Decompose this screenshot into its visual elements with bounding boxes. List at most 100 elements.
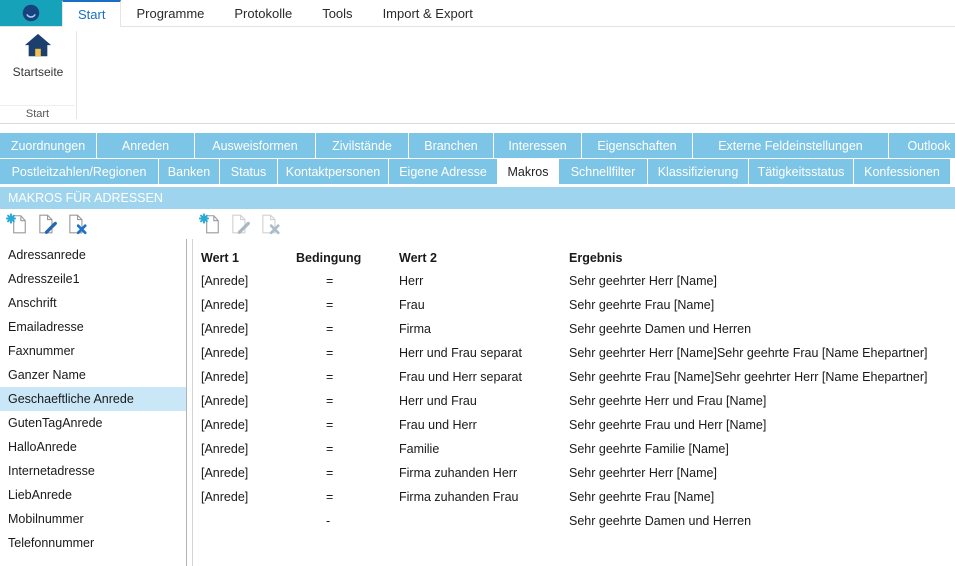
menu-bar: Start Programme Protokolle Tools Import … [0,0,955,27]
list-item-geschaeftliche-anrede[interactable]: Geschaeftliche Anrede [0,387,186,411]
delete-document-icon [66,213,88,235]
cell-wert2[interactable]: Frau und Herr separat [399,365,569,389]
cell-ergebnis[interactable]: Sehr geehrte Frau und Herr [Name] [569,413,955,437]
tab-externe-feldeinstellungen[interactable]: Externe Feldeinstellungen [693,133,888,158]
tab-ausweisformen[interactable]: Ausweisformen [195,133,315,158]
tab-eigene-adresse[interactable]: Eigene Adresse [389,159,497,184]
cell-bedingung[interactable]: = [296,341,399,365]
cell-bedingung[interactable]: = [296,437,399,461]
tab-klassifizierung[interactable]: Klassifizierung [648,159,748,184]
cell-wert1[interactable]: [Anrede] [201,317,296,341]
tab-konfessionen[interactable]: Konfessionen [854,159,950,184]
cell-bedingung[interactable]: = [296,485,399,509]
list-item-emailadresse[interactable]: Emailadresse [0,315,186,339]
cell-ergebnis[interactable]: Sehr geehrte Familie [Name] [569,437,955,461]
tab-anreden[interactable]: Anreden [97,133,194,158]
menu-tab-start[interactable]: Start [62,0,121,27]
list-item-internetadresse[interactable]: Internetadresse [0,459,186,483]
tab-kontaktpersonen[interactable]: Kontaktpersonen [278,159,388,184]
cell-ergebnis[interactable]: Sehr geehrte Herr und Frau [Name] [569,389,955,413]
edit-field-button[interactable] [34,211,60,237]
list-item-liebanrede[interactable]: LiebAnrede [0,483,186,507]
tab-banken[interactable]: Banken [159,159,219,184]
list-item-gutentaganrede[interactable]: GutenTagAnrede [0,411,186,435]
home-icon [23,32,53,60]
tab-branchen[interactable]: Branchen [409,133,493,158]
cell-ergebnis[interactable]: Sehr geehrte Frau [Name] [569,485,955,509]
tab-taetigkeitsstatus[interactable]: Tätigkeitsstatus [749,159,853,184]
cell-bedingung[interactable]: = [296,269,399,293]
macro-table-panel: Wert 1 Bedingung Wert 2 Ergebnis [Anrede… [192,239,955,566]
cell-ergebnis[interactable]: Sehr geehrte Damen und Herren [569,509,955,533]
cell-bedingung[interactable]: = [296,389,399,413]
cell-wert2[interactable]: Herr und Frau separat [399,341,569,365]
startseite-button[interactable]: Startseite [6,32,70,79]
cell-wert2[interactable] [399,509,569,533]
cell-bedingung[interactable]: = [296,461,399,485]
cell-wert1[interactable]: [Anrede] [201,389,296,413]
startseite-label: Startseite [13,65,64,79]
cell-wert2[interactable]: Herr und Frau [399,389,569,413]
delete-field-button[interactable] [64,211,90,237]
cell-wert1[interactable]: [Anrede] [201,269,296,293]
cell-ergebnis[interactable]: Sehr geehrte Frau [Name]Sehr geehrter He… [569,365,955,389]
list-item-ganzer-name[interactable]: Ganzer Name [0,363,186,387]
list-item-telefonnummer[interactable]: Telefonnummer [0,531,186,555]
cell-wert1[interactable]: [Anrede] [201,461,296,485]
cell-wert1[interactable]: [Anrede] [201,485,296,509]
menu-tab-protokolle[interactable]: Protokolle [219,0,307,26]
menu-tab-import-export[interactable]: Import & Export [368,0,488,26]
cell-bedingung[interactable]: = [296,365,399,389]
cell-bedingung[interactable]: = [296,293,399,317]
list-item-faxnummer[interactable]: Faxnummer [0,339,186,363]
list-item-mobilnummer[interactable]: Mobilnummer [0,507,186,531]
delete-macro-button[interactable] [257,211,283,237]
macro-table: Wert 1 Bedingung Wert 2 Ergebnis [Anrede… [201,245,955,533]
cell-wert2[interactable]: Firma zuhanden Frau [399,485,569,509]
cell-ergebnis[interactable]: Sehr geehrte Frau [Name] [569,293,955,317]
app-logo-button[interactable] [0,0,62,26]
tab-row-1: Zuordnungen Anreden Ausweisformen Zivils… [0,133,955,158]
cell-wert2[interactable]: Frau [399,293,569,317]
tab-interessen[interactable]: Interessen [494,133,581,158]
tab-outlook[interactable]: Outlook [889,133,955,158]
cell-wert2[interactable]: Herr [399,269,569,293]
cell-wert2[interactable]: Frau und Herr [399,413,569,437]
cell-wert1[interactable]: [Anrede] [201,293,296,317]
list-item-adressanrede[interactable]: Adressanrede [0,243,186,267]
tab-zivilstaende[interactable]: Zivilstände [316,133,408,158]
cell-ergebnis[interactable]: Sehr geehrter Herr [Name] [569,269,955,293]
new-macro-button[interactable] [197,211,223,237]
list-item-adresszeile1[interactable]: Adresszeile1 [0,267,186,291]
tab-postleitzahlen-regionen[interactable]: Postleitzahlen/Regionen [0,159,158,184]
tab-zuordnungen[interactable]: Zuordnungen [0,133,96,158]
cell-wert2[interactable]: Firma [399,317,569,341]
tab-eigenschaften[interactable]: Eigenschaften [582,133,692,158]
cell-wert1[interactable]: [Anrede] [201,413,296,437]
cell-wert2[interactable]: Firma zuhanden Herr [399,461,569,485]
cell-ergebnis[interactable]: Sehr geehrte Damen und Herren [569,317,955,341]
cell-ergebnis[interactable]: Sehr geehrter Herr [Name]Sehr geehrte Fr… [569,341,955,365]
column-header-bedingung: Bedingung [296,245,399,271]
cell-wert1[interactable]: [Anrede] [201,437,296,461]
new-document-icon [6,213,28,235]
cell-wert1[interactable]: [Anrede] [201,365,296,389]
tab-schnellfilter[interactable]: Schnellfilter [559,159,647,184]
ribbon: Startseite Start [0,27,955,124]
cell-bedingung[interactable]: - [296,509,399,533]
list-item-anschrift[interactable]: Anschrift [0,291,186,315]
new-field-button[interactable] [4,211,30,237]
cell-bedingung[interactable]: = [296,413,399,437]
cell-wert1[interactable]: [Anrede] [201,341,296,365]
cell-bedingung[interactable]: = [296,317,399,341]
edit-macro-button[interactable] [227,211,253,237]
cell-wert2[interactable]: Familie [399,437,569,461]
cell-wert1[interactable] [201,509,296,533]
column-header-ergebnis: Ergebnis [569,245,955,271]
menu-tab-tools[interactable]: Tools [307,0,367,26]
tab-status[interactable]: Status [220,159,277,184]
menu-tab-programme[interactable]: Programme [121,0,219,26]
tab-makros[interactable]: Makros [498,159,558,184]
cell-ergebnis[interactable]: Sehr geehrter Herr [Name] [569,461,955,485]
list-item-halloanrede[interactable]: HalloAnrede [0,435,186,459]
